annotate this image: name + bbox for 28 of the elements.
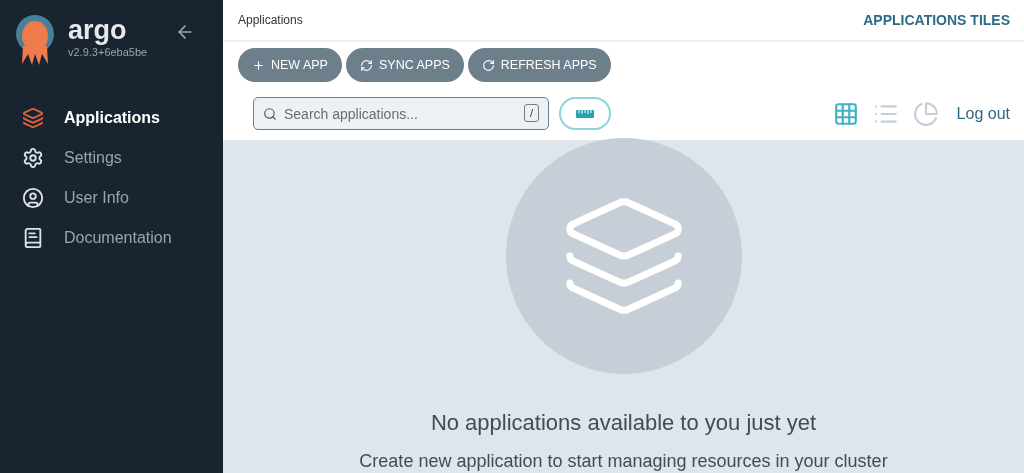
logout-link[interactable]: Log out	[956, 104, 1010, 123]
nav-item[interactable]: User Info	[0, 178, 223, 218]
user-icon	[22, 187, 44, 209]
page-title: APPLICATIONS TILES	[863, 12, 1010, 28]
empty-title: No applications available to you just yet	[430, 410, 817, 436]
toolbar-button[interactable]: REFRESH APPS	[467, 48, 611, 82]
empty-subtitle: Create new application to start managing resources in your cluster	[359, 451, 888, 472]
plus-icon	[252, 58, 265, 72]
refresh-icon	[481, 58, 495, 72]
nav-item[interactable]: Documentation	[0, 218, 223, 258]
ruler-icon	[576, 109, 594, 118]
nav-item[interactable]: Settings	[0, 138, 223, 178]
version-label: v2.9.3+6eba5be	[68, 46, 149, 58]
nav-item[interactable]: Applications	[0, 98, 223, 138]
logo-icon	[14, 14, 56, 66]
shortcut-key: /	[523, 104, 539, 122]
book-icon	[22, 227, 44, 249]
layers-icon	[22, 107, 44, 129]
toolbar-button[interactable]: NEW APP	[238, 48, 342, 82]
tiles-view-button[interactable]	[832, 100, 859, 127]
brand-name: argo	[68, 14, 128, 46]
filter-button[interactable]	[559, 97, 611, 130]
summary-view-button[interactable]	[912, 100, 939, 127]
toolbar-button[interactable]: SYNC APPS	[345, 48, 464, 82]
breadcrumb: Applications	[238, 13, 303, 27]
sync-icon	[359, 58, 373, 72]
gear-icon	[22, 147, 44, 169]
search-icon	[263, 107, 277, 121]
